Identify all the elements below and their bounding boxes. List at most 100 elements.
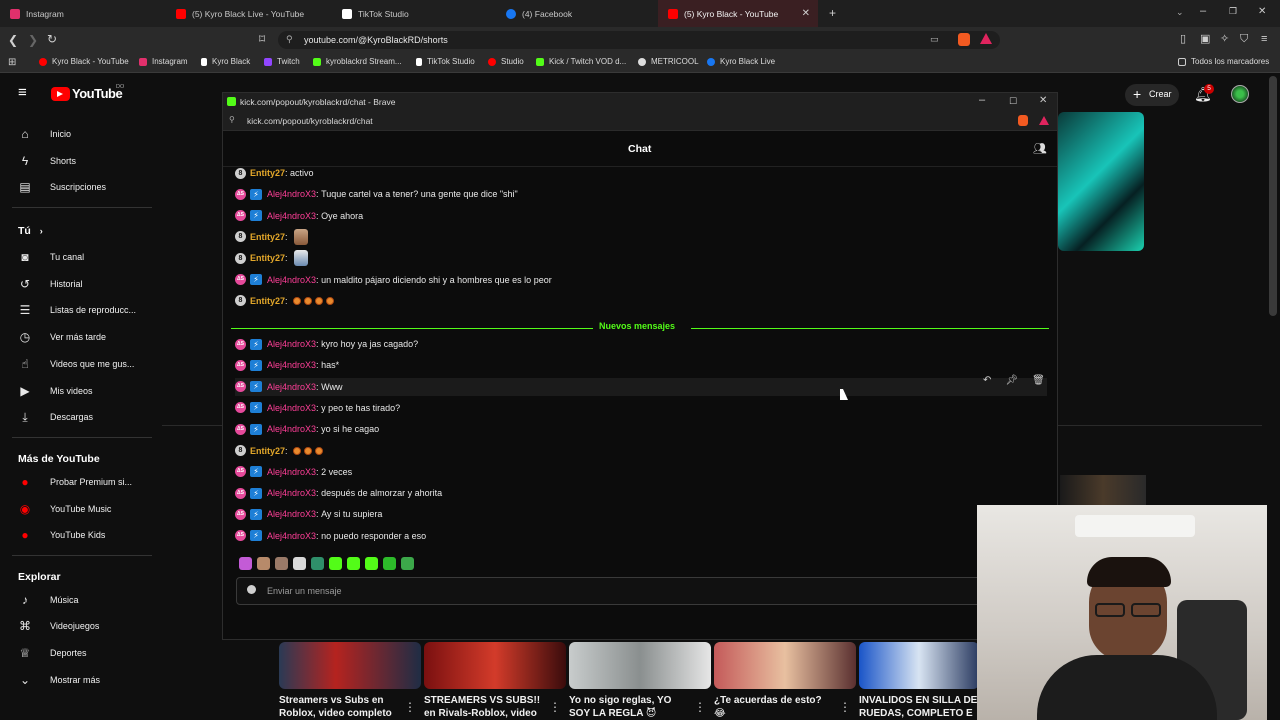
- sidebar-item-liked[interactable]: ☝ Videos que me gus...: [18, 357, 134, 371]
- video-thumbnail[interactable]: [279, 642, 421, 689]
- emote-icon[interactable]: [347, 556, 360, 570]
- chat-message[interactable]: ΔS ⚡ Alej4ndroX3: yo si he cagao: [235, 420, 379, 438]
- site-info-icon[interactable]: ⚲: [229, 115, 235, 124]
- tab-list-icon[interactable]: ⌄: [1176, 7, 1184, 18]
- chat-username[interactable]: Entity27: [250, 296, 285, 306]
- chat-username[interactable]: Alej4ndroX3: [267, 424, 316, 434]
- chat-message[interactable]: ΔS ⚡ Alej4ndroX3: Www: [235, 377, 1047, 396]
- bookmark-kick-twitch-vod[interactable]: Kick / Twitch VOD d...: [536, 57, 626, 66]
- sidebar-item-kids[interactable]: ● YouTube Kids: [18, 528, 105, 542]
- chat-username[interactable]: Entity27: [250, 446, 285, 456]
- chat-message[interactable]: 8 Entity27:: [235, 249, 309, 267]
- chat-message[interactable]: ΔS ⚡ Alej4ndroX3: no puedo responder a eso: [235, 527, 426, 545]
- sidebar-item-historial[interactable]: ↺ Historial: [18, 277, 83, 291]
- chat-message[interactable]: 8 Entity27:: [235, 228, 309, 246]
- back-icon[interactable]: ❮: [8, 34, 18, 46]
- sidebar-item-gaming[interactable]: ⌘ Videojuegos: [18, 619, 99, 633]
- short-thumbnail[interactable]: [1058, 112, 1144, 251]
- minimize-icon[interactable]: –: [979, 94, 985, 106]
- chat-username[interactable]: Alej4ndroX3: [267, 211, 316, 221]
- video-thumbnail[interactable]: [859, 642, 979, 689]
- reply-icon[interactable]: ↶: [983, 375, 991, 386]
- close-window-icon[interactable]: ✕: [1258, 6, 1266, 17]
- cast-icon[interactable]: ▭: [930, 34, 939, 45]
- video-title[interactable]: Yo no sigo reglas, YO SOY LA REGLA 😈: [569, 694, 687, 720]
- more-options-icon[interactable]: ⋮: [839, 700, 851, 714]
- wallet-icon[interactable]: ▣: [1200, 33, 1210, 45]
- menu-icon[interactable]: ≡: [1261, 33, 1267, 45]
- bookmark-kick-stream[interactable]: kyroblackrd Stream...: [313, 57, 402, 66]
- hamburger-menu-icon[interactable]: ≡: [18, 85, 27, 100]
- bookmark-icon[interactable]: ⌑: [259, 33, 265, 45]
- apps-grid-icon[interactable]: ⊞: [8, 57, 16, 69]
- chat-username[interactable]: Alej4ndroX3: [267, 360, 316, 370]
- emote-icon[interactable]: [257, 556, 270, 570]
- sidebar-item-music[interactable]: ◉ YouTube Music: [18, 502, 112, 516]
- avatar[interactable]: [1231, 85, 1249, 103]
- bookmark-kyro-youtube[interactable]: Kyro Black - YouTube: [39, 57, 129, 66]
- close-window-icon[interactable]: ✕: [1039, 95, 1047, 106]
- bookmark-tiktok-studio[interactable]: TikTok Studio: [416, 57, 475, 66]
- sidebar-item-downloads[interactable]: ⤓ Descargas: [18, 410, 93, 424]
- sidebar-item-music-explore[interactable]: ♪ Música: [18, 593, 79, 607]
- emote-icon[interactable]: [239, 556, 252, 570]
- chat-username[interactable]: Alej4ndroX3: [267, 189, 316, 199]
- chat-message[interactable]: 8 Entity27: activo: [235, 164, 314, 182]
- sidebar-item-inicio[interactable]: ⌂ Inicio: [18, 127, 71, 141]
- chat-message[interactable]: 8 Entity27:: [235, 292, 335, 310]
- tab-instagram[interactable]: Instagram: [0, 0, 166, 27]
- bookmark-kyro-black[interactable]: Kyro Black: [201, 57, 250, 66]
- sidebar-item-shorts[interactable]: ϟ Shorts: [18, 154, 76, 168]
- emote-icon[interactable]: [293, 556, 306, 570]
- bookmark-instagram[interactable]: Instagram: [139, 57, 188, 66]
- chat-message[interactable]: ΔS ⚡ Alej4ndroX3: un maldito pájaro dicien…: [235, 271, 552, 289]
- sidebar-item-sports[interactable]: ♕ Deportes: [18, 646, 87, 660]
- chat-username[interactable]: Alej4ndroX3: [267, 467, 316, 477]
- sidebar-item-playlists[interactable]: ☰ Listas de reproducc...: [18, 303, 136, 317]
- sidebar-item-tu-canal[interactable]: ◙ Tu canal: [18, 250, 84, 264]
- more-options-icon[interactable]: ⋮: [404, 700, 416, 714]
- emote-icon[interactable]: [383, 556, 396, 570]
- page-scrollbar[interactable]: [1269, 76, 1277, 316]
- video-title[interactable]: ¿Te acuerdas de esto? 😂: [714, 694, 832, 720]
- chat-settings-icon[interactable]: [247, 585, 256, 594]
- emote-icon[interactable]: [275, 556, 288, 570]
- video-title[interactable]: STREAMERS VS SUBS!! en Rivals-Roblox, vid…: [424, 694, 542, 720]
- sidebar-item-watch-later[interactable]: ◷ Ver más tarde: [18, 330, 106, 344]
- forward-icon[interactable]: ❯: [28, 34, 38, 46]
- chat-username[interactable]: Alej4ndroX3: [267, 488, 316, 498]
- new-tab-icon[interactable]: +: [829, 6, 836, 20]
- delete-icon[interactable]: 🗑︎: [1032, 375, 1045, 386]
- emote-icon[interactable]: [365, 556, 378, 570]
- more-options-icon[interactable]: ⋮: [694, 700, 706, 714]
- emote-icon[interactable]: [401, 556, 414, 570]
- more-options-icon[interactable]: ⋮: [549, 700, 561, 714]
- tab-kyro-live[interactable]: (5) Kyro Black Live - YouTube: [166, 0, 332, 27]
- chat-username[interactable]: Entity27: [250, 232, 285, 242]
- chat-username[interactable]: Entity27: [250, 253, 285, 263]
- users-icon[interactable]: 👥︎: [1033, 142, 1047, 155]
- video-thumbnail[interactable]: [714, 642, 856, 689]
- chat-message[interactable]: ΔS ⚡ Alej4ndroX3: Ay si tu supiera: [235, 505, 382, 523]
- chat-message[interactable]: ΔS ⚡ Alej4ndroX3: kyro hoy ya jas cagado?: [235, 335, 418, 353]
- video-thumbnail[interactable]: [569, 642, 711, 689]
- chat-username[interactable]: Alej4ndroX3: [267, 339, 316, 349]
- sidebar-item-show-more[interactable]: ⌄ Mostrar más: [18, 673, 100, 687]
- chat-username[interactable]: Alej4ndroX3: [267, 382, 316, 392]
- sidebar-item-premium[interactable]: ● Probar Premium si...: [18, 475, 132, 489]
- create-button[interactable]: + Crear: [1125, 84, 1179, 106]
- tab-tiktok-studio[interactable]: TikTok Studio: [332, 0, 498, 27]
- chat-message[interactable]: ΔS ⚡ Alej4ndroX3: Tuque cartel va a tener?…: [235, 185, 518, 203]
- chat-message[interactable]: ΔS ⚡ Alej4ndroX3: has*: [235, 356, 339, 374]
- chat-username[interactable]: Alej4ndroX3: [267, 275, 316, 285]
- emote-icon[interactable]: [329, 556, 342, 570]
- brave-rewards-icon[interactable]: [980, 33, 992, 44]
- chat-message[interactable]: ΔS ⚡ Alej4ndroX3: después de almorzar y ah…: [235, 484, 442, 502]
- chat-message[interactable]: ΔS ⚡ Alej4ndroX3: y peo te has tirado?: [235, 399, 400, 417]
- video-title[interactable]: Streamers vs Subs en Roblox, video comple…: [279, 694, 399, 720]
- you-section-header[interactable]: Tú ›: [18, 225, 43, 237]
- tab-facebook[interactable]: (4) Facebook: [496, 0, 658, 27]
- vpn-icon[interactable]: ⛉: [1240, 33, 1248, 45]
- sidebar-item-my-videos[interactable]: ▶ Mis videos: [18, 384, 92, 398]
- chat-message[interactable]: 8 Entity27:: [235, 442, 324, 460]
